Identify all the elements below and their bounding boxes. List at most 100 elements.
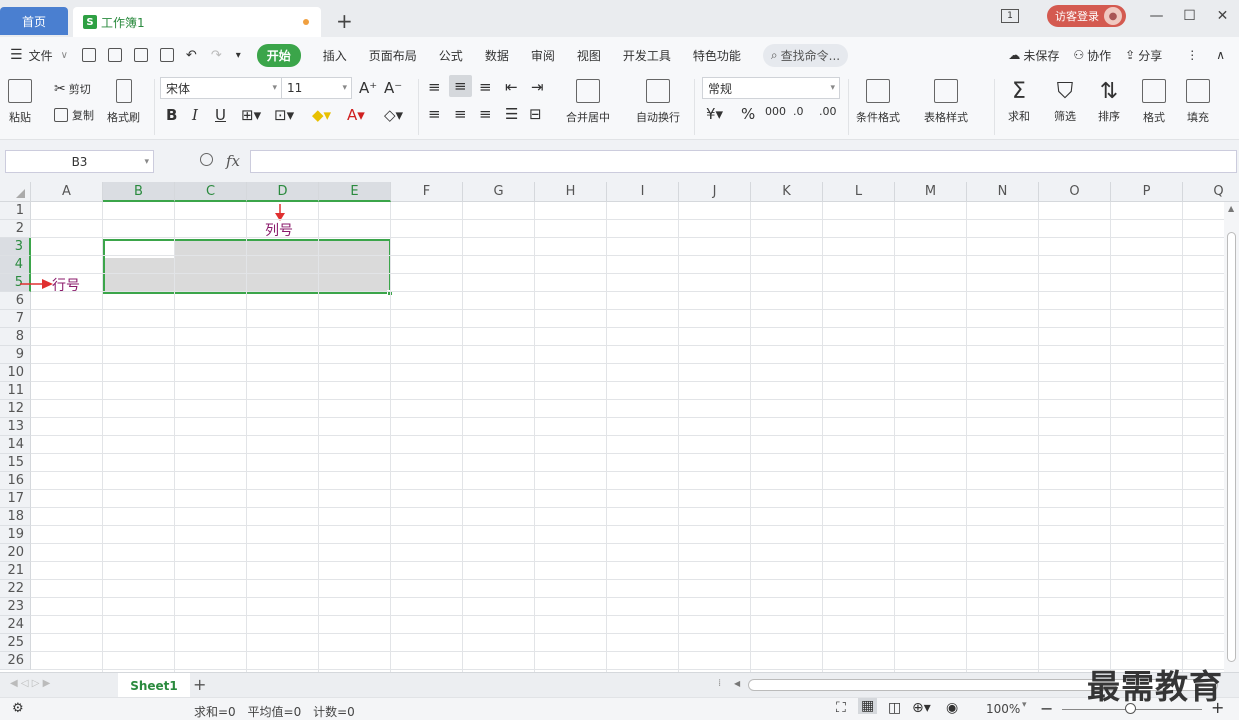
decrease-decimal-icon[interactable]: .00: [819, 105, 837, 118]
menu-developer[interactable]: 开发工具: [623, 47, 671, 64]
fill-color-icon[interactable]: ◆▾: [312, 106, 331, 124]
align-top-icon[interactable]: ≡: [428, 78, 441, 96]
row-header-15[interactable]: 15: [0, 454, 31, 472]
table-style-button[interactable]: 表格样式: [924, 79, 968, 125]
macro-icon[interactable]: ⚙: [12, 701, 24, 716]
export-icon[interactable]: [107, 48, 122, 62]
column-header-e[interactable]: E: [319, 182, 391, 202]
row-header-10[interactable]: 10: [0, 364, 31, 382]
percent-icon[interactable]: %: [741, 105, 755, 123]
clear-format-icon[interactable]: ◇▾: [384, 106, 403, 124]
fill-button[interactable]: 填充: [1186, 79, 1210, 125]
column-header-c[interactable]: C: [175, 182, 247, 202]
redo-icon[interactable]: ↷: [211, 48, 222, 63]
column-header-b[interactable]: B: [103, 182, 175, 202]
zoom-dropdown-icon[interactable]: ▾: [1022, 700, 1027, 710]
split-handle-icon[interactable]: ⁞: [718, 678, 721, 689]
row-header-18[interactable]: 18: [0, 508, 31, 526]
justify-icon[interactable]: ☰: [505, 105, 518, 123]
zoom-level[interactable]: 100%: [986, 702, 1020, 716]
fullscreen-icon[interactable]: ⛶: [836, 700, 846, 716]
collab-button[interactable]: 协作: [1087, 47, 1111, 64]
page-break-view-icon[interactable]: ⊕▾: [912, 700, 931, 716]
row-header-20[interactable]: 20: [0, 544, 31, 562]
row-header-1[interactable]: 1: [0, 202, 31, 220]
italic-icon[interactable]: I: [192, 106, 198, 124]
column-header-i[interactable]: I: [607, 182, 679, 202]
sheet-nav-icon[interactable]: ◀ ◁ ▷ ▶: [10, 678, 50, 689]
row-header-11[interactable]: 11: [0, 382, 31, 400]
row-header-25[interactable]: 25: [0, 634, 31, 652]
copy-button[interactable]: 复制: [54, 107, 94, 123]
sum-button[interactable]: Σ 求和: [1008, 79, 1030, 124]
command-search[interactable]: ⌕ 查找命令...: [762, 43, 849, 67]
row-header-17[interactable]: 17: [0, 490, 31, 508]
name-box[interactable]: B3: [5, 150, 154, 173]
share-button[interactable]: 分享: [1138, 47, 1162, 64]
row-header-7[interactable]: 7: [0, 310, 31, 328]
font-shrink-icon[interactable]: A⁻: [384, 79, 402, 97]
row-header-23[interactable]: 23: [0, 598, 31, 616]
font-grow-icon[interactable]: A⁺: [359, 79, 377, 97]
row-header-12[interactable]: 12: [0, 400, 31, 418]
align-left-icon[interactable]: ≡: [428, 105, 441, 123]
column-header-h[interactable]: H: [535, 182, 607, 202]
normal-view-icon[interactable]: ▦: [858, 698, 878, 714]
row-header-3[interactable]: 3: [0, 238, 31, 256]
column-header-p[interactable]: P: [1111, 182, 1183, 202]
row-header-22[interactable]: 22: [0, 580, 31, 598]
undo-icon[interactable]: ↶: [186, 48, 197, 63]
row-header-13[interactable]: 13: [0, 418, 31, 436]
menu-review[interactable]: 审阅: [531, 47, 555, 64]
menu-page-layout[interactable]: 页面布局: [369, 47, 417, 64]
border-icon[interactable]: ⊞▾: [241, 106, 261, 124]
chevron-down-icon[interactable]: ∨: [61, 50, 68, 61]
magnifier-icon[interactable]: [200, 153, 213, 166]
filter-button[interactable]: ⛉ 筛选: [1054, 79, 1076, 124]
unsaved-button[interactable]: 未保存: [1023, 47, 1059, 64]
column-header-d[interactable]: D: [247, 182, 319, 202]
save-icon[interactable]: [81, 48, 96, 62]
font-color-icon[interactable]: A▾: [347, 106, 365, 124]
row-header-14[interactable]: 14: [0, 436, 31, 454]
column-header-j[interactable]: J: [679, 182, 751, 202]
wrap-text-button[interactable]: 自动换行: [636, 79, 680, 125]
cell-style-icon[interactable]: ⊡▾: [274, 106, 294, 124]
underline-icon[interactable]: U: [215, 106, 226, 124]
indent-increase-icon[interactable]: ⇥: [531, 78, 544, 96]
bold-icon[interactable]: B: [166, 106, 177, 124]
print-preview-icon[interactable]: [159, 48, 174, 62]
menu-formula[interactable]: 公式: [439, 47, 463, 64]
row-header-26[interactable]: 26: [0, 652, 31, 670]
row-header-6[interactable]: 6: [0, 292, 31, 310]
row-header-8[interactable]: 8: [0, 328, 31, 346]
page-indicator-icon[interactable]: 1: [1001, 9, 1019, 23]
add-sheet-button[interactable]: +: [193, 675, 206, 694]
format-button[interactable]: 格式: [1142, 79, 1166, 125]
zoom-out-button[interactable]: −: [1040, 699, 1053, 718]
page-layout-view-icon[interactable]: ◫: [888, 700, 901, 716]
close-button[interactable]: ✕: [1206, 8, 1239, 24]
align-right-icon[interactable]: ≡: [479, 105, 492, 123]
column-header-q[interactable]: Q: [1183, 182, 1239, 202]
sheet-tab-sheet1[interactable]: Sheet1: [118, 673, 190, 698]
cut-button[interactable]: ✂ 剪切: [54, 81, 91, 97]
scroll-up-icon[interactable]: ▲: [1228, 204, 1234, 213]
font-name-select[interactable]: 宋体: [160, 77, 282, 99]
guest-login-button[interactable]: 访客登录 ●: [1047, 5, 1126, 27]
column-header-o[interactable]: O: [1039, 182, 1111, 202]
align-center-icon[interactable]: ≡: [454, 105, 467, 123]
align-bottom-icon[interactable]: ≡: [479, 78, 492, 96]
column-header-g[interactable]: G: [463, 182, 535, 202]
distribute-icon[interactable]: ⊟: [529, 105, 542, 123]
row-header-24[interactable]: 24: [0, 616, 31, 634]
spreadsheet-grid[interactable]: ABCDEFGHIJKLMNOPQ 1 2 3 4 5 6 7 8 9 10 11 12 13 14 15 1…: [0, 182, 1239, 672]
row-header-16[interactable]: 16: [0, 472, 31, 490]
eye-protection-icon[interactable]: ◉: [946, 700, 958, 716]
home-tab[interactable]: 首页: [0, 7, 68, 35]
currency-icon[interactable]: ¥▾: [706, 105, 723, 123]
increase-decimal-icon[interactable]: .0: [793, 105, 804, 118]
workbook-tab[interactable]: S 工作簿1: [73, 7, 321, 37]
maximize-button[interactable]: ☐: [1173, 8, 1206, 24]
row-header-21[interactable]: 21: [0, 562, 31, 580]
